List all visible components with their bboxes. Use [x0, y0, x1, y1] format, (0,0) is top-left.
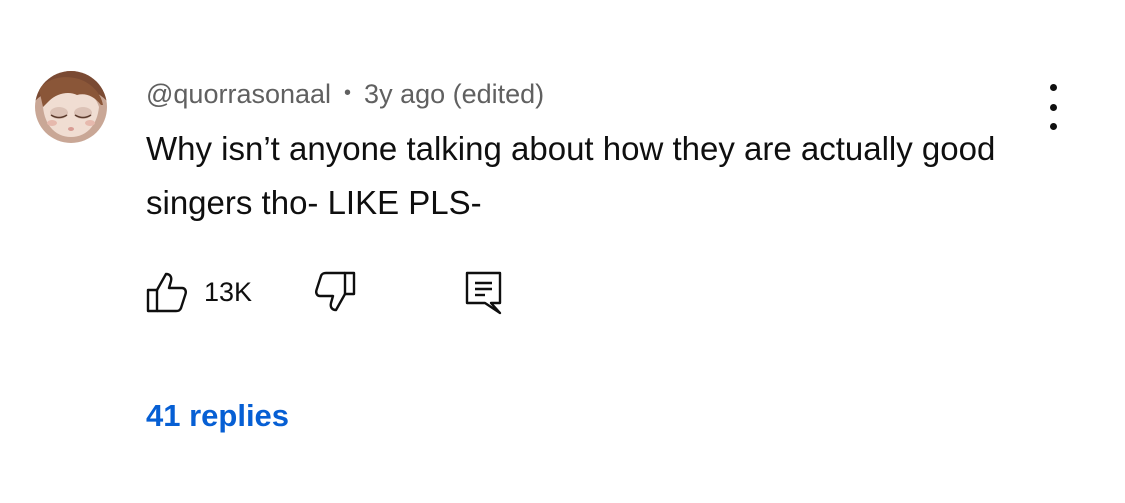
comment-text: Why isn’t anyone talking about how they … — [146, 130, 996, 221]
vertical-ellipsis-icon — [1049, 103, 1057, 111]
comment-timestamp: 3y ago (edited) — [364, 78, 545, 109]
like-button[interactable]: 13K — [146, 270, 252, 314]
thumbs-down-icon — [315, 271, 356, 312]
like-count: 13K — [204, 276, 253, 307]
author-handle[interactable]: @quorrasonaal — [146, 79, 331, 110]
vertical-ellipsis-icon — [1049, 123, 1057, 130]
dislike-button[interactable] — [314, 270, 356, 314]
vertical-ellipsis-icon — [1049, 84, 1057, 91]
meta-separator: • — [344, 81, 352, 104]
comment-meta: @quorrasonaal • 3y ago (edited) — [146, 74, 544, 114]
avatar[interactable] — [35, 71, 107, 143]
reply-button[interactable] — [464, 270, 504, 316]
thumbs-up-icon — [146, 272, 187, 313]
comment-reply-icon — [465, 271, 502, 315]
view-replies-link[interactable]: 41 replies — [146, 398, 289, 434]
